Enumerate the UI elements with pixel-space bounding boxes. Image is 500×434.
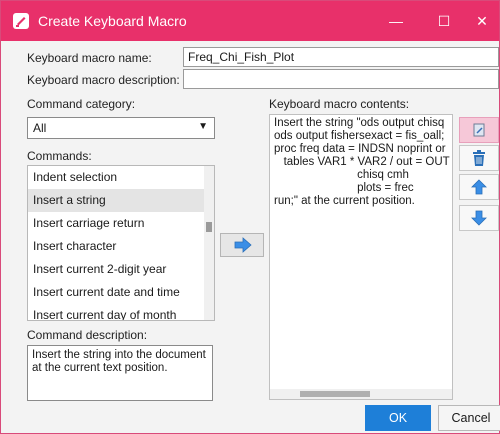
edit-icon	[473, 123, 485, 137]
close-button[interactable]: ✕	[467, 9, 497, 33]
list-item[interactable]: Insert current day of month	[28, 304, 204, 320]
maximize-button[interactable]: ☐	[429, 9, 459, 33]
macro-contents-scrollbar[interactable]	[270, 389, 452, 399]
trash-icon	[473, 150, 485, 166]
scrollbar-thumb[interactable]	[206, 222, 212, 232]
commands-list: Indent selection Insert a string Insert …	[27, 165, 215, 321]
move-up-icon	[471, 179, 487, 195]
scrollbar-thumb[interactable]	[300, 391, 370, 397]
command-category-label: Command category:	[27, 97, 136, 111]
list-item[interactable]: Insert current 2-digit year	[28, 258, 204, 281]
app-icon	[13, 13, 29, 29]
command-description-label: Command description:	[27, 328, 148, 342]
window-title: Create Keyboard Macro	[38, 13, 187, 29]
macro-description-label: Keyboard macro description:	[27, 73, 180, 87]
chevron-down-icon: ▼	[198, 121, 208, 132]
move-up-button[interactable]	[459, 174, 499, 200]
macro-name-input[interactable]: Freq_Chi_Fish_Plot	[183, 47, 499, 67]
list-item[interactable]: Insert character	[28, 235, 204, 258]
list-item[interactable]: Insert current date and time	[28, 281, 204, 304]
command-category-select[interactable]: All ▼	[27, 117, 215, 139]
cancel-button[interactable]: Cancel	[438, 405, 500, 431]
macro-contents-text: Insert the string "ods output chisq ods …	[274, 117, 450, 207]
add-command-button[interactable]	[220, 233, 264, 257]
macro-description-input[interactable]	[183, 69, 499, 89]
delete-button[interactable]	[459, 145, 499, 171]
create-keyboard-macro-dialog: Create Keyboard Macro — ☐ ✕ Keyboard mac…	[0, 0, 500, 434]
title-bar: Create Keyboard Macro — ☐ ✕	[1, 1, 499, 41]
list-item[interactable]: Insert carriage return	[28, 212, 204, 235]
move-down-button[interactable]	[459, 205, 499, 231]
macro-contents-list[interactable]: Insert the string "ods output chisq ods …	[269, 114, 453, 400]
move-down-icon	[471, 210, 487, 226]
arrow-right-icon	[234, 237, 252, 253]
commands-scrollbar[interactable]	[204, 166, 214, 320]
edit-button[interactable]	[459, 117, 499, 143]
list-item[interactable]: Insert a string	[28, 189, 204, 212]
macro-name-label: Keyboard macro name:	[27, 51, 152, 65]
command-category-value: All	[33, 121, 47, 135]
ok-button[interactable]: OK	[365, 405, 431, 431]
minimize-button[interactable]: —	[381, 9, 411, 33]
command-description-text: Insert the string into the document at t…	[27, 345, 213, 401]
commands-label: Commands:	[27, 149, 92, 163]
macro-contents-label: Keyboard macro contents:	[269, 97, 410, 111]
list-item[interactable]: Indent selection	[28, 166, 204, 189]
